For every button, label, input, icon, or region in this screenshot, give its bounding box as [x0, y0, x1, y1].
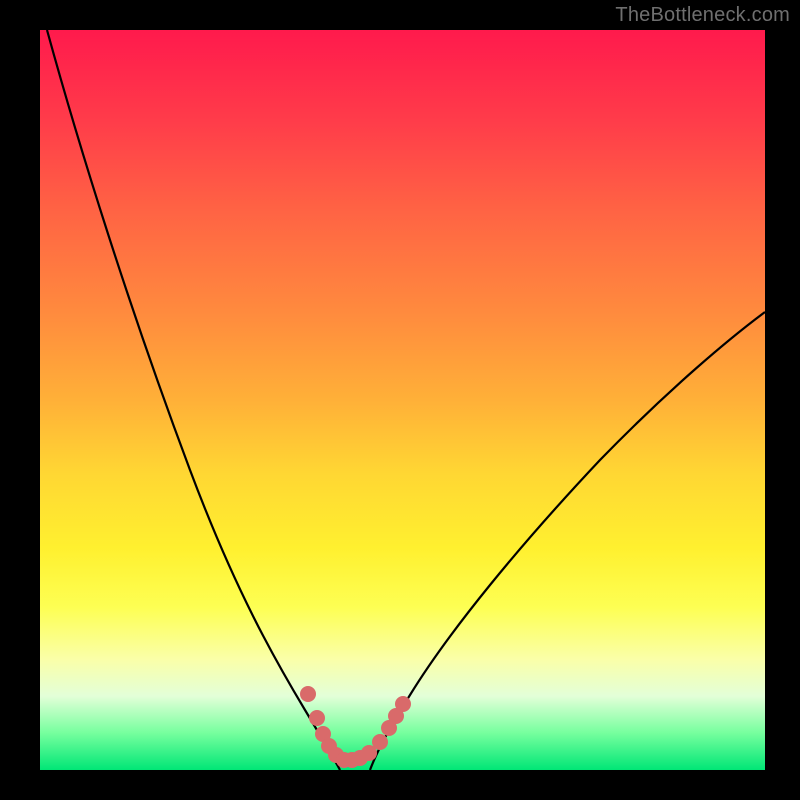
marker-dot — [372, 734, 388, 750]
plot-area — [40, 30, 765, 770]
chart-svg — [40, 30, 765, 770]
marker-dot — [300, 686, 316, 702]
watermark-text: TheBottleneck.com — [615, 4, 790, 27]
marker-group — [300, 686, 411, 768]
right-curve — [370, 312, 765, 770]
left-curve — [47, 30, 340, 770]
marker-dot — [309, 710, 325, 726]
chart-frame: TheBottleneck.com — [0, 0, 800, 800]
marker-dot — [395, 696, 411, 712]
